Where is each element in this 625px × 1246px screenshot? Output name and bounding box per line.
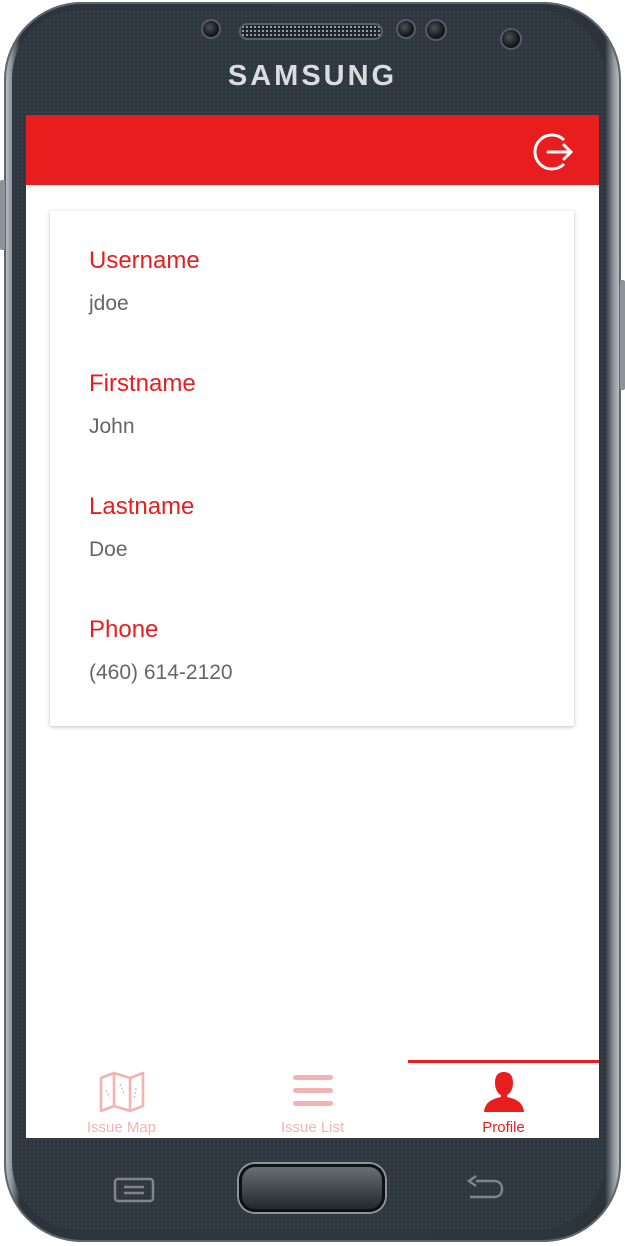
lastname-field: Lastname Doe <box>89 493 194 563</box>
menu-key[interactable] <box>113 1177 155 1208</box>
app-bar <box>26 115 599 185</box>
tab-label: Issue List <box>280 1119 345 1136</box>
field-value: (460) 614-2120 <box>89 661 233 684</box>
firstname-field: Firstname John <box>89 370 196 440</box>
profile-content: Username jdoe Firstname John Lastname Do… <box>26 185 599 1060</box>
back-icon <box>466 1174 504 1199</box>
device-brand: SAMSUNG <box>227 60 398 92</box>
sensor-icon <box>398 21 414 37</box>
profile-card: Username jdoe Firstname John Lastname Do… <box>50 211 574 726</box>
field-label: Phone <box>89 616 159 643</box>
tab-issue-list[interactable]: Issue List <box>217 1060 408 1138</box>
map-icon <box>99 1071 145 1112</box>
field-label: Username <box>89 247 200 274</box>
earpiece-speaker <box>241 25 381 38</box>
sensor-icon <box>427 21 445 39</box>
tab-issue-map[interactable]: Issue Map <box>26 1060 217 1138</box>
bottom-navigation: Issue Map Issue List Profile <box>26 1060 599 1138</box>
front-camera-icon <box>502 30 520 48</box>
sensor-icon <box>203 21 219 37</box>
field-value: jdoe <box>89 292 129 315</box>
logout-icon <box>533 133 573 171</box>
menu-icon <box>113 1177 155 1203</box>
back-key[interactable] <box>464 1174 506 1210</box>
phone-field: Phone (460) 614-2120 <box>89 616 233 686</box>
phone-frame: SAMSUNG Username jdoe Firstname John Las… <box>0 0 625 1246</box>
tab-label: Profile <box>482 1119 525 1136</box>
logout-button[interactable] <box>529 129 575 175</box>
power-button <box>620 280 625 390</box>
username-field: Username jdoe <box>89 247 200 317</box>
field-label: Firstname <box>89 370 196 397</box>
home-button[interactable] <box>239 1164 385 1212</box>
volume-button <box>0 180 5 250</box>
tab-label: Issue Map <box>86 1119 157 1136</box>
app-screen: Username jdoe Firstname John Lastname Do… <box>26 115 599 1138</box>
list-icon <box>293 1075 333 1106</box>
tab-profile[interactable]: Profile <box>408 1060 599 1138</box>
field-value: John <box>89 415 135 438</box>
active-tab-indicator <box>408 1060 599 1063</box>
person-icon <box>484 1072 524 1112</box>
field-label: Lastname <box>89 493 195 520</box>
field-value: Doe <box>89 538 128 561</box>
